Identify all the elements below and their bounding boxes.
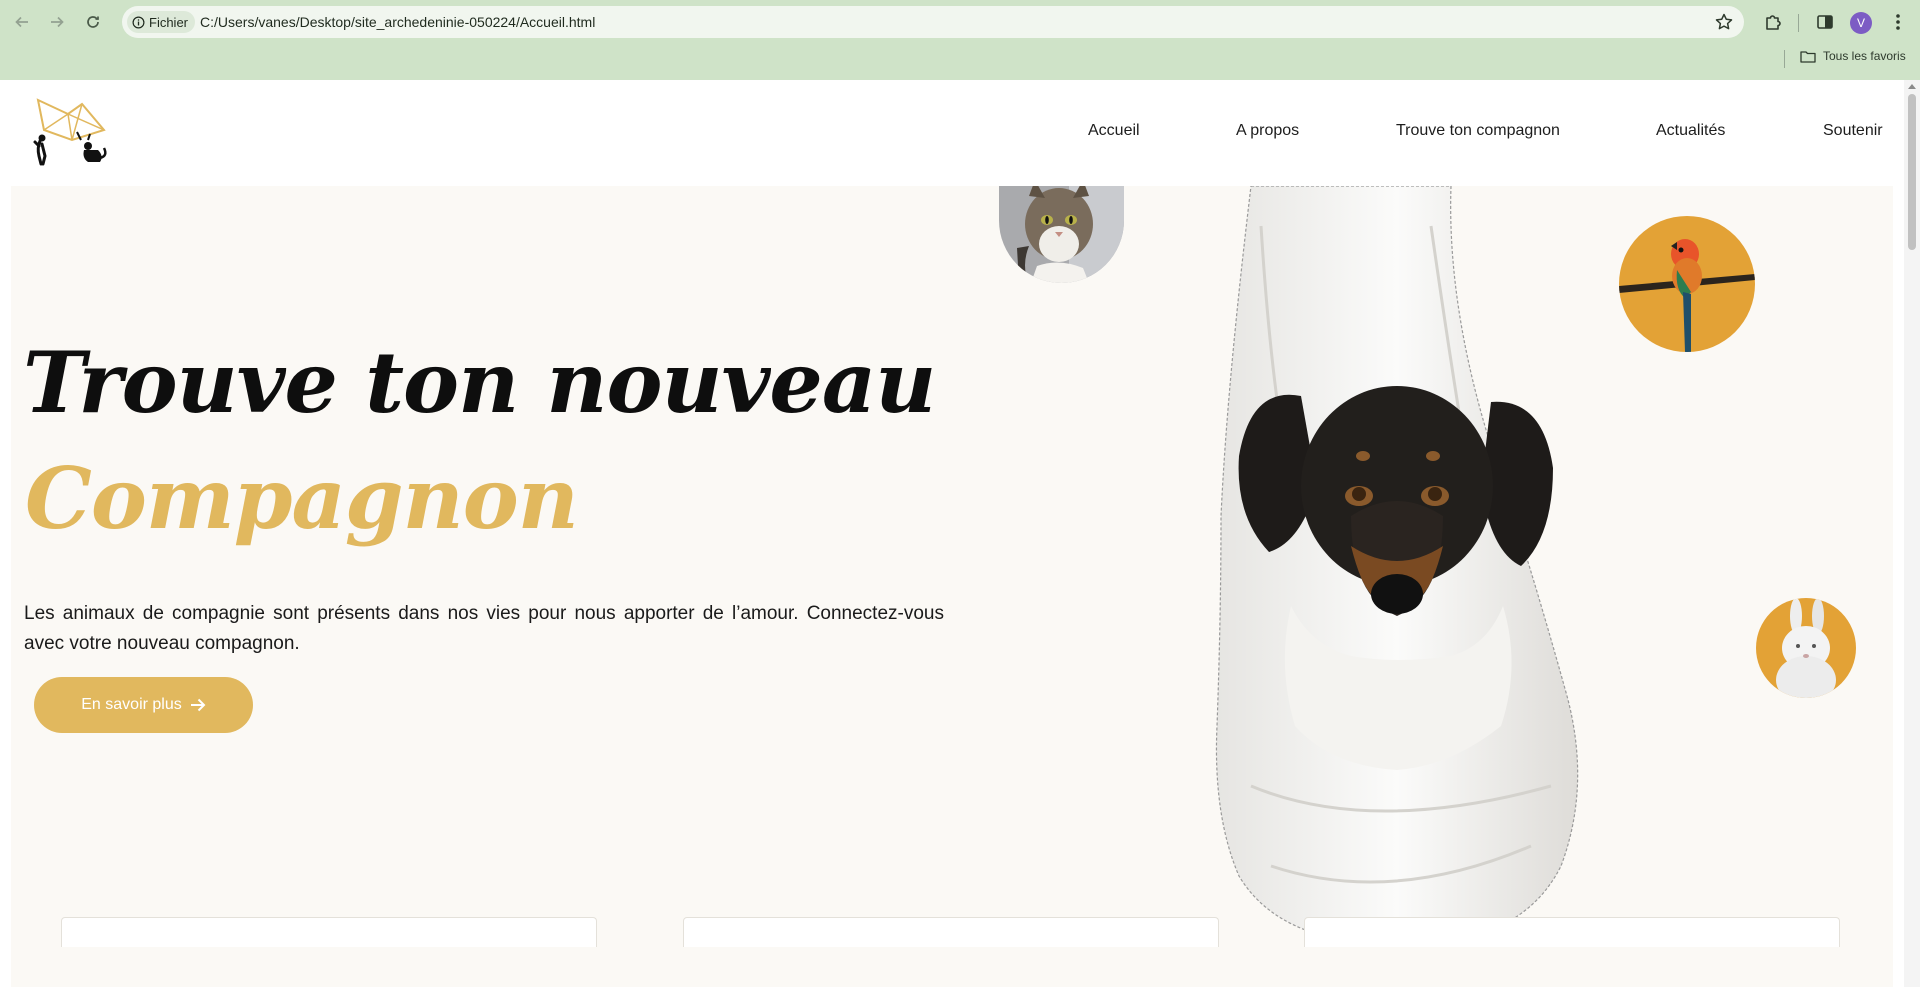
browser-chrome: Fichier C:/Users/vanes/Desktop/site_arch… <box>0 0 1920 80</box>
learn-more-button[interactable]: En savoir plus <box>34 677 253 733</box>
toolbar-divider <box>1798 14 1799 32</box>
feature-card <box>683 917 1219 947</box>
cat-photo <box>999 186 1124 283</box>
all-bookmarks-button[interactable]: Tous les favoris <box>1800 49 1906 63</box>
address-bar[interactable]: Fichier C:/Users/vanes/Desktop/site_arch… <box>122 6 1744 38</box>
site-logo[interactable] <box>32 96 110 166</box>
url-text[interactable]: C:/Users/vanes/Desktop/site_archedeninie… <box>200 14 595 30</box>
hero-subtitle: Compagnon <box>25 449 579 548</box>
site-header: Accueil A propos Trouve ton compagnon Ac… <box>0 80 1904 186</box>
nav-link-actualites[interactable]: Actualités <box>1656 122 1725 140</box>
back-button[interactable] <box>10 10 34 34</box>
browser-menu-button[interactable] <box>1886 10 1910 34</box>
arrow-right-icon <box>190 698 206 712</box>
page-scrollbar[interactable] <box>1904 80 1920 987</box>
arrow-left-icon <box>15 16 28 28</box>
bookmarks-bar <box>0 44 1920 80</box>
dog-in-towel-photo <box>1151 185 1611 946</box>
scrollbar-thumb[interactable] <box>1908 94 1916 250</box>
hero-title: Trouve ton nouveau <box>23 333 936 432</box>
rabbit-photo <box>1756 598 1856 698</box>
folder-icon <box>1800 50 1816 63</box>
ark-logo-icon <box>33 98 107 166</box>
reload-icon <box>87 16 99 28</box>
arrow-right-icon <box>51 16 64 28</box>
page-viewport: Accueil A propos Trouve ton compagnon Ac… <box>0 80 1904 987</box>
parrot-photo <box>1619 216 1755 352</box>
nav-link-soutenir[interactable]: Soutenir <box>1823 122 1883 140</box>
hero-description: Les animaux de compagnie sont présents d… <box>24 603 944 654</box>
site-chip-label: Fichier <box>149 14 189 30</box>
hero-section: Trouve ton nouveau Compagnon Les animaux… <box>11 185 1893 987</box>
browser-toolbar: Fichier C:/Users/vanes/Desktop/site_arch… <box>0 0 1920 44</box>
learn-more-label: En savoir plus <box>81 696 182 713</box>
profile-avatar[interactable]: V <box>1850 12 1872 34</box>
bookmarks-divider <box>1784 50 1785 68</box>
feature-card <box>1304 917 1840 947</box>
side-panel-icon <box>1817 15 1833 29</box>
feature-card <box>61 917 597 947</box>
nav-link-trouve-ton-compagnon[interactable]: Trouve ton compagnon <box>1396 122 1560 140</box>
bookmark-star-icon[interactable] <box>1714 12 1734 32</box>
site-info-chip[interactable]: Fichier <box>127 11 196 33</box>
more-vertical-icon <box>1896 14 1900 30</box>
side-panel-button[interactable] <box>1813 10 1837 34</box>
nav-link-accueil[interactable]: Accueil <box>1088 122 1140 140</box>
forward-button[interactable] <box>45 10 69 34</box>
nav-link-a-propos[interactable]: A propos <box>1236 122 1299 140</box>
info-icon <box>132 16 145 28</box>
reload-button[interactable] <box>81 10 105 34</box>
scroll-up-arrow-icon[interactable] <box>1908 84 1916 89</box>
extensions-button[interactable] <box>1761 10 1785 34</box>
all-bookmarks-label: Tous les favoris <box>1823 49 1906 63</box>
puzzle-icon <box>1766 15 1781 30</box>
